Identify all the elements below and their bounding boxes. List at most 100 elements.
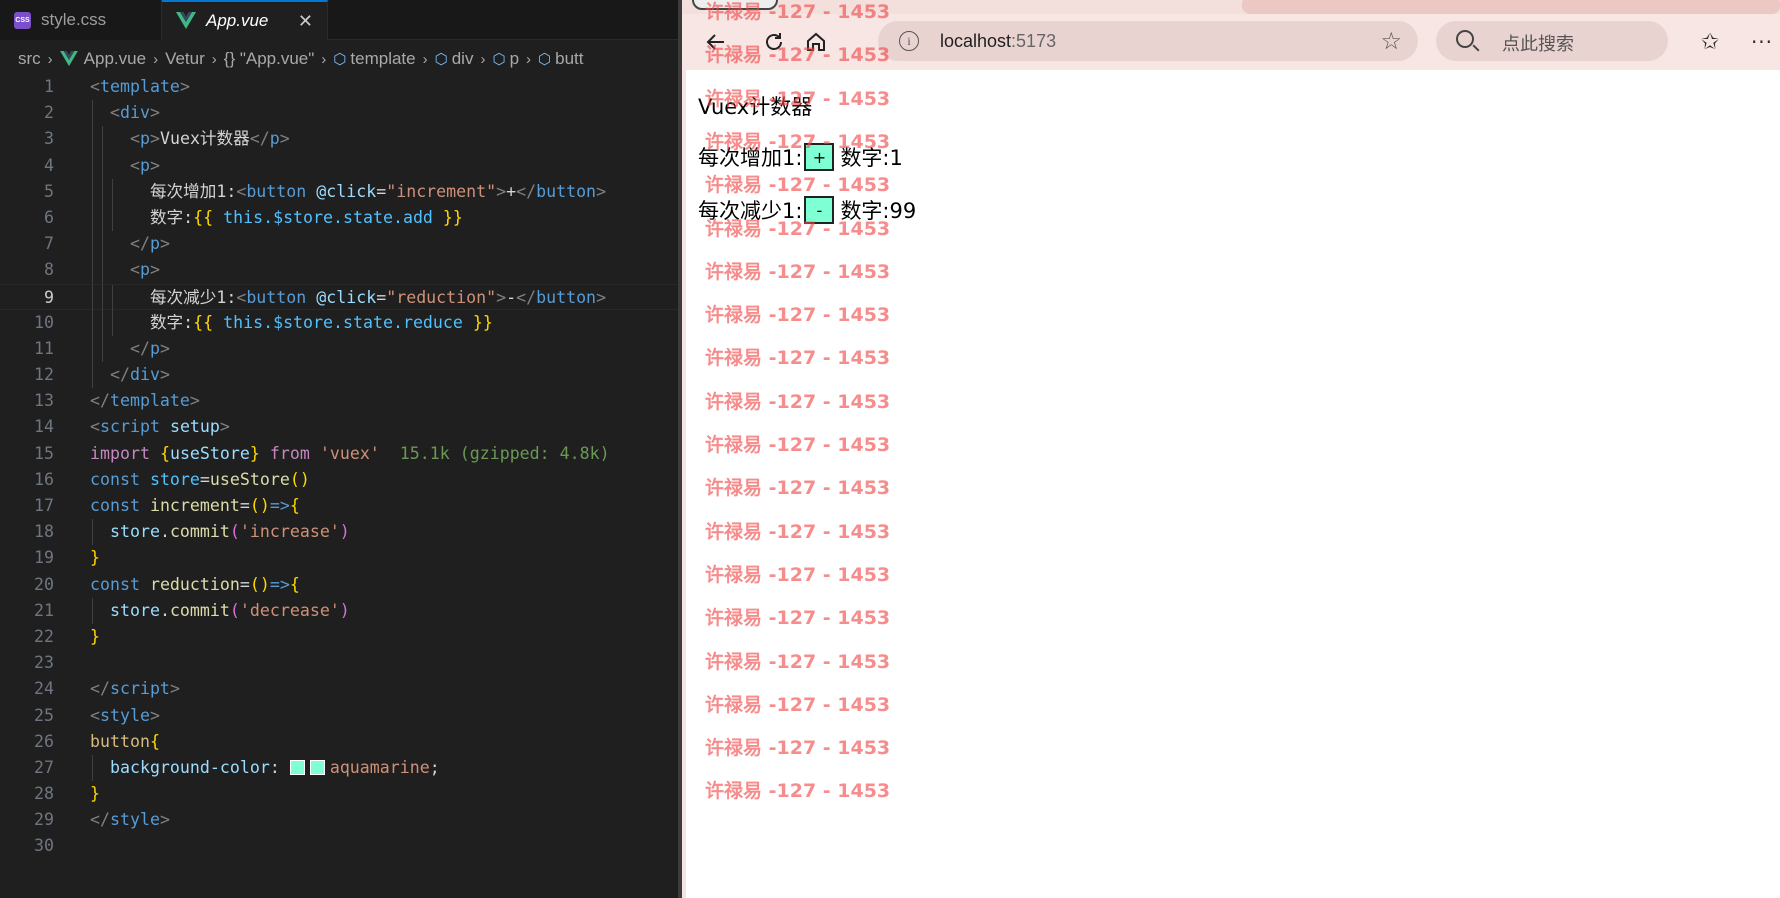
code-line[interactable]: 27 background-color: aquamarine; [0,754,678,782]
line-number: 7 [44,234,54,254]
code-line[interactable]: 5 每次增加1:<button @click="increment">+</bu… [0,178,678,205]
code-line[interactable]: 17 const increment=()=>{ [0,493,678,519]
code-line[interactable]: 16 const store=useStore() [0,467,678,493]
breadcrumb-file[interactable]: App.vue [84,49,146,69]
reduce-count: 数字:99 [840,199,917,223]
add-count: 数字:1 [840,146,903,170]
line-number: 20 [34,574,54,594]
breadcrumb-src[interactable]: src [18,49,41,69]
browser-tab-strip [682,0,1780,14]
code-line[interactable]: 7 </p> [0,231,678,258]
code-line[interactable]: 3 <p>Vuex计数器</p> [0,126,678,153]
code-line[interactable]: 12 </div> [0,362,678,389]
breadcrumb: src › App.vue › Vetur › {} "App.vue" › ⬡… [0,44,678,74]
line-number: 21 [34,600,54,620]
code-line[interactable]: 26 button{ [0,729,678,755]
breadcrumb-div[interactable]: div [452,49,474,69]
code-line[interactable]: 1 <template> [0,74,678,100]
code-line[interactable]: 14 <script setup> [0,414,678,440]
code-line[interactable]: 2 <div> [0,100,678,127]
code-line[interactable]: 22} [0,624,678,650]
more-menu-button[interactable]: ··· [1746,26,1778,58]
line-number: 8 [44,260,54,280]
tab-style-css[interactable]: CSS style.css [0,0,162,40]
code-line-active[interactable]: 9 每次减少1:<button @click="reduction">-</bu… [0,283,678,311]
line-number: 16 [34,469,54,489]
decrement-label: 每次减少1: [698,199,803,223]
chevron-right-icon: › [153,50,159,68]
favorites-star-icon: ✩ [1700,29,1720,55]
code-line[interactable]: 30 [0,833,678,859]
breadcrumb-template[interactable]: template [350,49,415,69]
code-line[interactable]: 29 </style> [0,807,678,833]
tab-app-vue[interactable]: App.vue ✕ [162,0,328,40]
breadcrumb-module[interactable]: {} "App.vue" [224,49,315,69]
cube-icon: ⬡ [333,51,347,68]
line-number: 15 [34,443,54,463]
breadcrumb-p[interactable]: p [510,49,519,69]
favorites-button[interactable]: ✩ [1694,26,1726,58]
code-line[interactable]: 23 [0,650,678,676]
code-line[interactable]: 21 store.commit('decrease') [0,597,678,624]
decrement-button[interactable]: - [804,196,835,224]
line-number: 17 [34,496,54,515]
increment-label: 每次增加1: [698,146,803,170]
line-number: 4 [44,155,54,175]
home-icon [807,32,825,51]
line-number: 14 [34,417,54,437]
line-number: 29 [34,810,54,830]
code-line[interactable]: 19} [0,545,678,571]
line-number: 25 [34,705,54,725]
chevron-right-icon: › [321,50,327,68]
color-swatch[interactable] [309,759,325,775]
line-number: 26 [34,731,54,751]
line-number: 1 [44,77,54,96]
browser-tab[interactable] [1242,0,1780,14]
color-swatch[interactable] [289,759,305,775]
breadcrumb-button[interactable]: butt [555,49,583,69]
line-number: 12 [34,365,54,385]
code-line[interactable]: 18 store.commit('increase') [0,519,678,546]
info-icon[interactable]: i [899,31,919,51]
arrow-left-icon [706,34,724,50]
profile-button[interactable] [692,0,778,10]
address-bar[interactable]: i localhost:5173 ☆ [878,21,1418,61]
code-line[interactable]: 8 <p> [0,257,678,284]
code-line[interactable]: 6 数字:{{ this.$store.state.add }} [0,204,678,232]
code-line[interactable]: 25 <style> [0,703,678,729]
close-icon[interactable]: ✕ [298,11,313,32]
cube-icon: ⬡ [434,51,448,68]
reload-icon [766,33,782,50]
code-line[interactable]: 24 </script> [0,676,678,702]
increment-button[interactable]: + [804,143,835,171]
line-number: 18 [34,522,54,542]
back-button[interactable] [700,26,732,58]
page-viewport: Vuex计数器 每次增加1: + 数字:1 每次减少1: - 数字:99 [686,70,1780,898]
code-line[interactable]: 11 </p> [0,335,678,363]
reload-button[interactable] [758,26,790,58]
home-button[interactable] [800,26,832,58]
code-area[interactable]: 1 <template> 2 <div> 3 <p>Vuex计数器</p> 4 <… [0,74,678,860]
chevron-right-icon: › [480,50,486,68]
line-number: 2 [44,103,54,123]
code-line[interactable]: 20 const reduction=()=>{ [0,572,678,598]
line-number: 6 [44,207,54,227]
code-line[interactable]: 28} [0,781,678,807]
url-text[interactable]: localhost:5173 [940,31,1056,52]
line-number: 28 [34,784,54,804]
browser-toolbar: i localhost:5173 ☆ 点此搜索 ✩ ··· [682,14,1780,70]
chevron-right-icon: › [211,50,217,68]
line-number: 9 [44,287,54,307]
line-number: 10 [34,312,54,332]
breadcrumb-vetur[interactable]: Vetur [165,49,205,69]
code-line[interactable]: 15 import {useStore} from 'vuex' 15.1k (g… [0,441,678,467]
line-number: 11 [34,338,54,358]
code-line[interactable]: 4 <p> [0,152,678,179]
search-box[interactable]: 点此搜索 [1436,21,1668,61]
code-editor: CSS style.css App.vue ✕ src › App.vue › … [0,0,678,898]
line-number: 22 [34,626,54,646]
line-number: 5 [44,181,54,201]
code-line[interactable]: 13 </template> [0,388,678,414]
code-line[interactable]: 10 数字:{{ this.$store.state.reduce }} [0,309,678,336]
star-icon[interactable]: ☆ [1380,27,1402,55]
